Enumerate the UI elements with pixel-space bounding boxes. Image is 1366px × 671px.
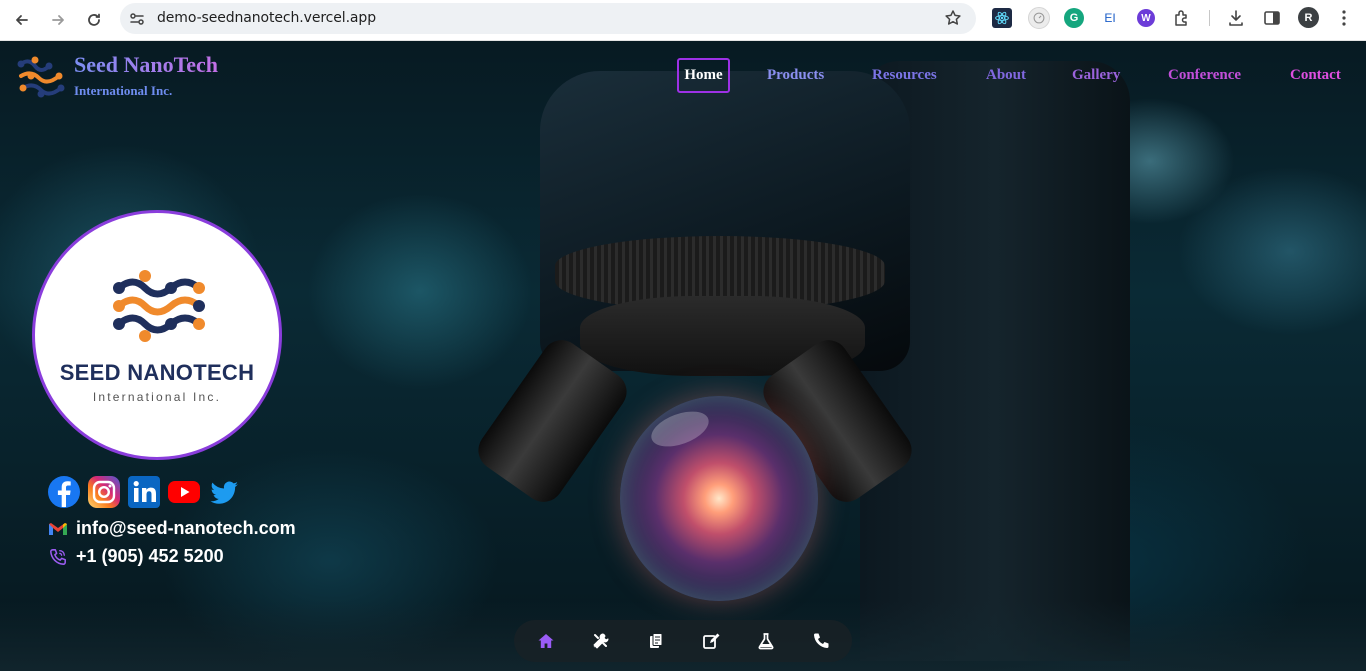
address-bar[interactable]: demo-seednanotech.vercel.app [120, 3, 976, 34]
react-devtools-icon[interactable] [992, 8, 1012, 28]
browser-toolbar: demo-seednanotech.vercel.app G EI W R [0, 0, 1366, 41]
download-icon[interactable] [1227, 9, 1245, 27]
specimen-orb [620, 396, 818, 601]
more-menu-icon[interactable] [1336, 9, 1352, 27]
documents-icon [650, 633, 663, 648]
gmail-icon [49, 522, 67, 535]
tools-icon [593, 633, 609, 649]
wappalyzer-icon[interactable]: W [1137, 9, 1155, 27]
forward-button[interactable] [44, 6, 72, 34]
edit-icon [703, 633, 720, 649]
nav-contact[interactable]: Contact [1290, 67, 1341, 84]
brand-logo-icon[interactable] [15, 54, 67, 100]
instagram-icon[interactable] [88, 476, 120, 508]
phone-call-icon [50, 548, 66, 565]
timer-extension-icon[interactable] [1028, 7, 1050, 29]
dock-flask-button[interactable] [754, 629, 778, 653]
arrow-right-icon [52, 15, 64, 25]
linkedin-icon[interactable] [128, 476, 160, 508]
toolbar-divider [1209, 10, 1210, 26]
nav-home[interactable]: Home [677, 58, 730, 93]
url-text[interactable]: demo-seednanotech.vercel.app [157, 10, 376, 26]
dock-home-button[interactable] [534, 629, 558, 653]
nav-resources[interactable]: Resources [872, 67, 937, 84]
back-button[interactable] [8, 6, 36, 34]
twitter-icon[interactable] [208, 476, 240, 508]
nav-gallery[interactable]: Gallery [1072, 67, 1120, 84]
logo-title: SEED NANOTECH [59, 360, 255, 385]
company-logo-badge: SEED NANOTECH International Inc. [32, 210, 282, 460]
flask-icon [758, 633, 774, 650]
home-icon [538, 634, 554, 648]
youtube-icon[interactable] [168, 476, 200, 508]
nav-about[interactable]: About [986, 67, 1026, 84]
brand-subtitle: International Inc. [74, 83, 173, 98]
nanotech-molecule-icon [113, 270, 205, 342]
phone-icon [814, 633, 829, 648]
side-panel-icon[interactable] [1263, 9, 1281, 27]
arrow-left-icon [16, 15, 28, 25]
dock-documents-button[interactable] [644, 629, 668, 653]
profile-avatar[interactable]: R [1298, 7, 1319, 28]
dock-tools-button[interactable] [589, 629, 613, 653]
bookmark-star-icon[interactable] [944, 9, 962, 27]
hero-section: Seed NanoTech International Inc. Home Pr… [0, 41, 1366, 671]
facebook-icon[interactable] [48, 476, 80, 508]
logo-subtitle: International Inc. [92, 390, 222, 404]
phone-number[interactable]: +1 (905) 452 5200 [76, 546, 224, 567]
reload-button[interactable] [80, 6, 108, 34]
bottom-dock [514, 620, 852, 662]
site-settings-icon[interactable] [128, 10, 146, 28]
reload-icon [88, 13, 100, 26]
nav-products[interactable]: Products [767, 67, 824, 84]
phone-row[interactable]: +1 (905) 452 5200 [48, 546, 224, 567]
dock-edit-button[interactable] [699, 629, 723, 653]
extensions-puzzle-icon[interactable] [1173, 9, 1191, 27]
nav-conference[interactable]: Conference [1168, 67, 1241, 84]
email-address[interactable]: info@seed-nanotech.com [76, 518, 296, 539]
brand-name[interactable]: Seed NanoTech [74, 52, 218, 78]
eye-dropper-extension-icon[interactable]: EI [1100, 8, 1120, 28]
email-row[interactable]: info@seed-nanotech.com [48, 518, 296, 539]
dock-phone-button[interactable] [809, 629, 833, 653]
grammarly-icon[interactable]: G [1064, 8, 1084, 28]
